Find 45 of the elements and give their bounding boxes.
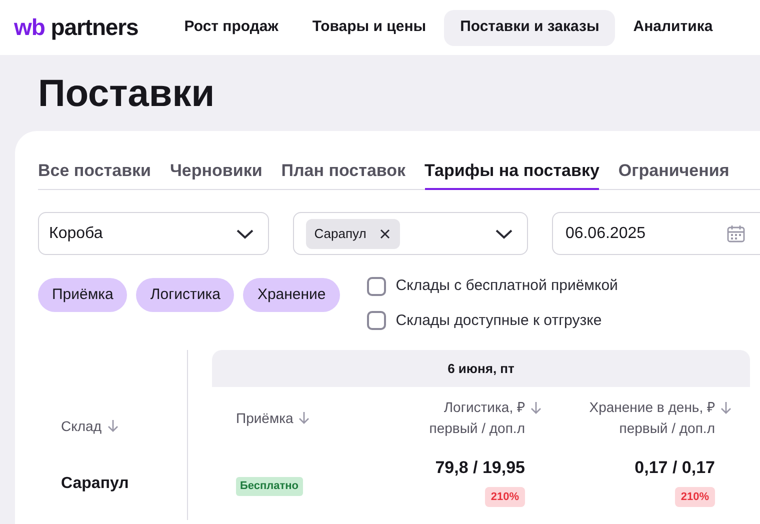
sort-arrow-icon[interactable] bbox=[530, 400, 542, 414]
warehouse-select[interactable]: Сарапул bbox=[293, 212, 528, 255]
filter-chip[interactable]: Логистика bbox=[136, 278, 234, 312]
tariff-value: 79,8 / 19,95 bbox=[435, 457, 525, 479]
column-header: Логистика, ₽ bbox=[444, 398, 525, 417]
checkbox-label: Склады с бесплатной приёмкой bbox=[396, 276, 618, 296]
logo[interactable]: wb partners bbox=[14, 10, 138, 45]
calendar-icon[interactable] bbox=[726, 224, 746, 244]
sort-arrow-icon[interactable] bbox=[298, 411, 310, 425]
checkbox[interactable] bbox=[366, 311, 386, 330]
tab[interactable]: Ограничения bbox=[618, 153, 730, 190]
tab[interactable]: Тарифы на поставку bbox=[424, 153, 600, 190]
tariff-value: 0,17 / 0,17 bbox=[634, 457, 715, 479]
chevron-down-icon[interactable] bbox=[236, 228, 254, 238]
column-header: Приёмка bbox=[236, 408, 294, 428]
filter-chip[interactable]: Хранение bbox=[243, 278, 340, 312]
tab[interactable]: План поставок bbox=[281, 153, 406, 190]
tag-label: Сарапул bbox=[314, 224, 366, 243]
page-title: Поставки bbox=[37, 72, 216, 117]
coefficient-badge: 210% bbox=[484, 486, 525, 507]
sort-arrow-icon[interactable] bbox=[106, 419, 119, 433]
date-value: 06.06.2025 bbox=[565, 224, 646, 244]
nav-item[interactable]: Поставки и заказы bbox=[444, 10, 616, 46]
close-icon[interactable] bbox=[380, 228, 390, 238]
column-subheader: первый / доп.л bbox=[619, 419, 715, 438]
checkbox[interactable] bbox=[366, 276, 386, 296]
filter-chip[interactable]: Приёмка bbox=[38, 278, 128, 312]
select-value: Короба bbox=[49, 224, 103, 244]
nav-item[interactable]: Аналитика bbox=[617, 10, 729, 46]
nav-item[interactable]: Товары и цены bbox=[296, 10, 442, 46]
column-subheader: первый / доп.л bbox=[429, 419, 525, 438]
coefficient-badge: 210% bbox=[674, 486, 715, 507]
date-header: 6 июня, пт bbox=[212, 350, 750, 387]
status-badge: Бесплатно bbox=[236, 477, 302, 496]
sort-arrow-icon[interactable] bbox=[720, 400, 732, 414]
date-field[interactable]: 06.06.2025 bbox=[552, 212, 760, 255]
checkbox-label: Склады доступные к отгрузке bbox=[396, 310, 602, 330]
chevron-down-icon[interactable] bbox=[495, 228, 514, 238]
column-header: Хранение в день, ₽ bbox=[589, 398, 715, 417]
column-header: Склад bbox=[61, 416, 102, 436]
tab[interactable]: Все поставки bbox=[38, 153, 151, 190]
box-type-select[interactable]: Короба bbox=[38, 212, 270, 255]
nav-item[interactable]: Рост продаж bbox=[168, 10, 294, 46]
warehouse-name: Сарапул bbox=[61, 474, 130, 494]
tab[interactable]: Черновики bbox=[170, 153, 262, 190]
